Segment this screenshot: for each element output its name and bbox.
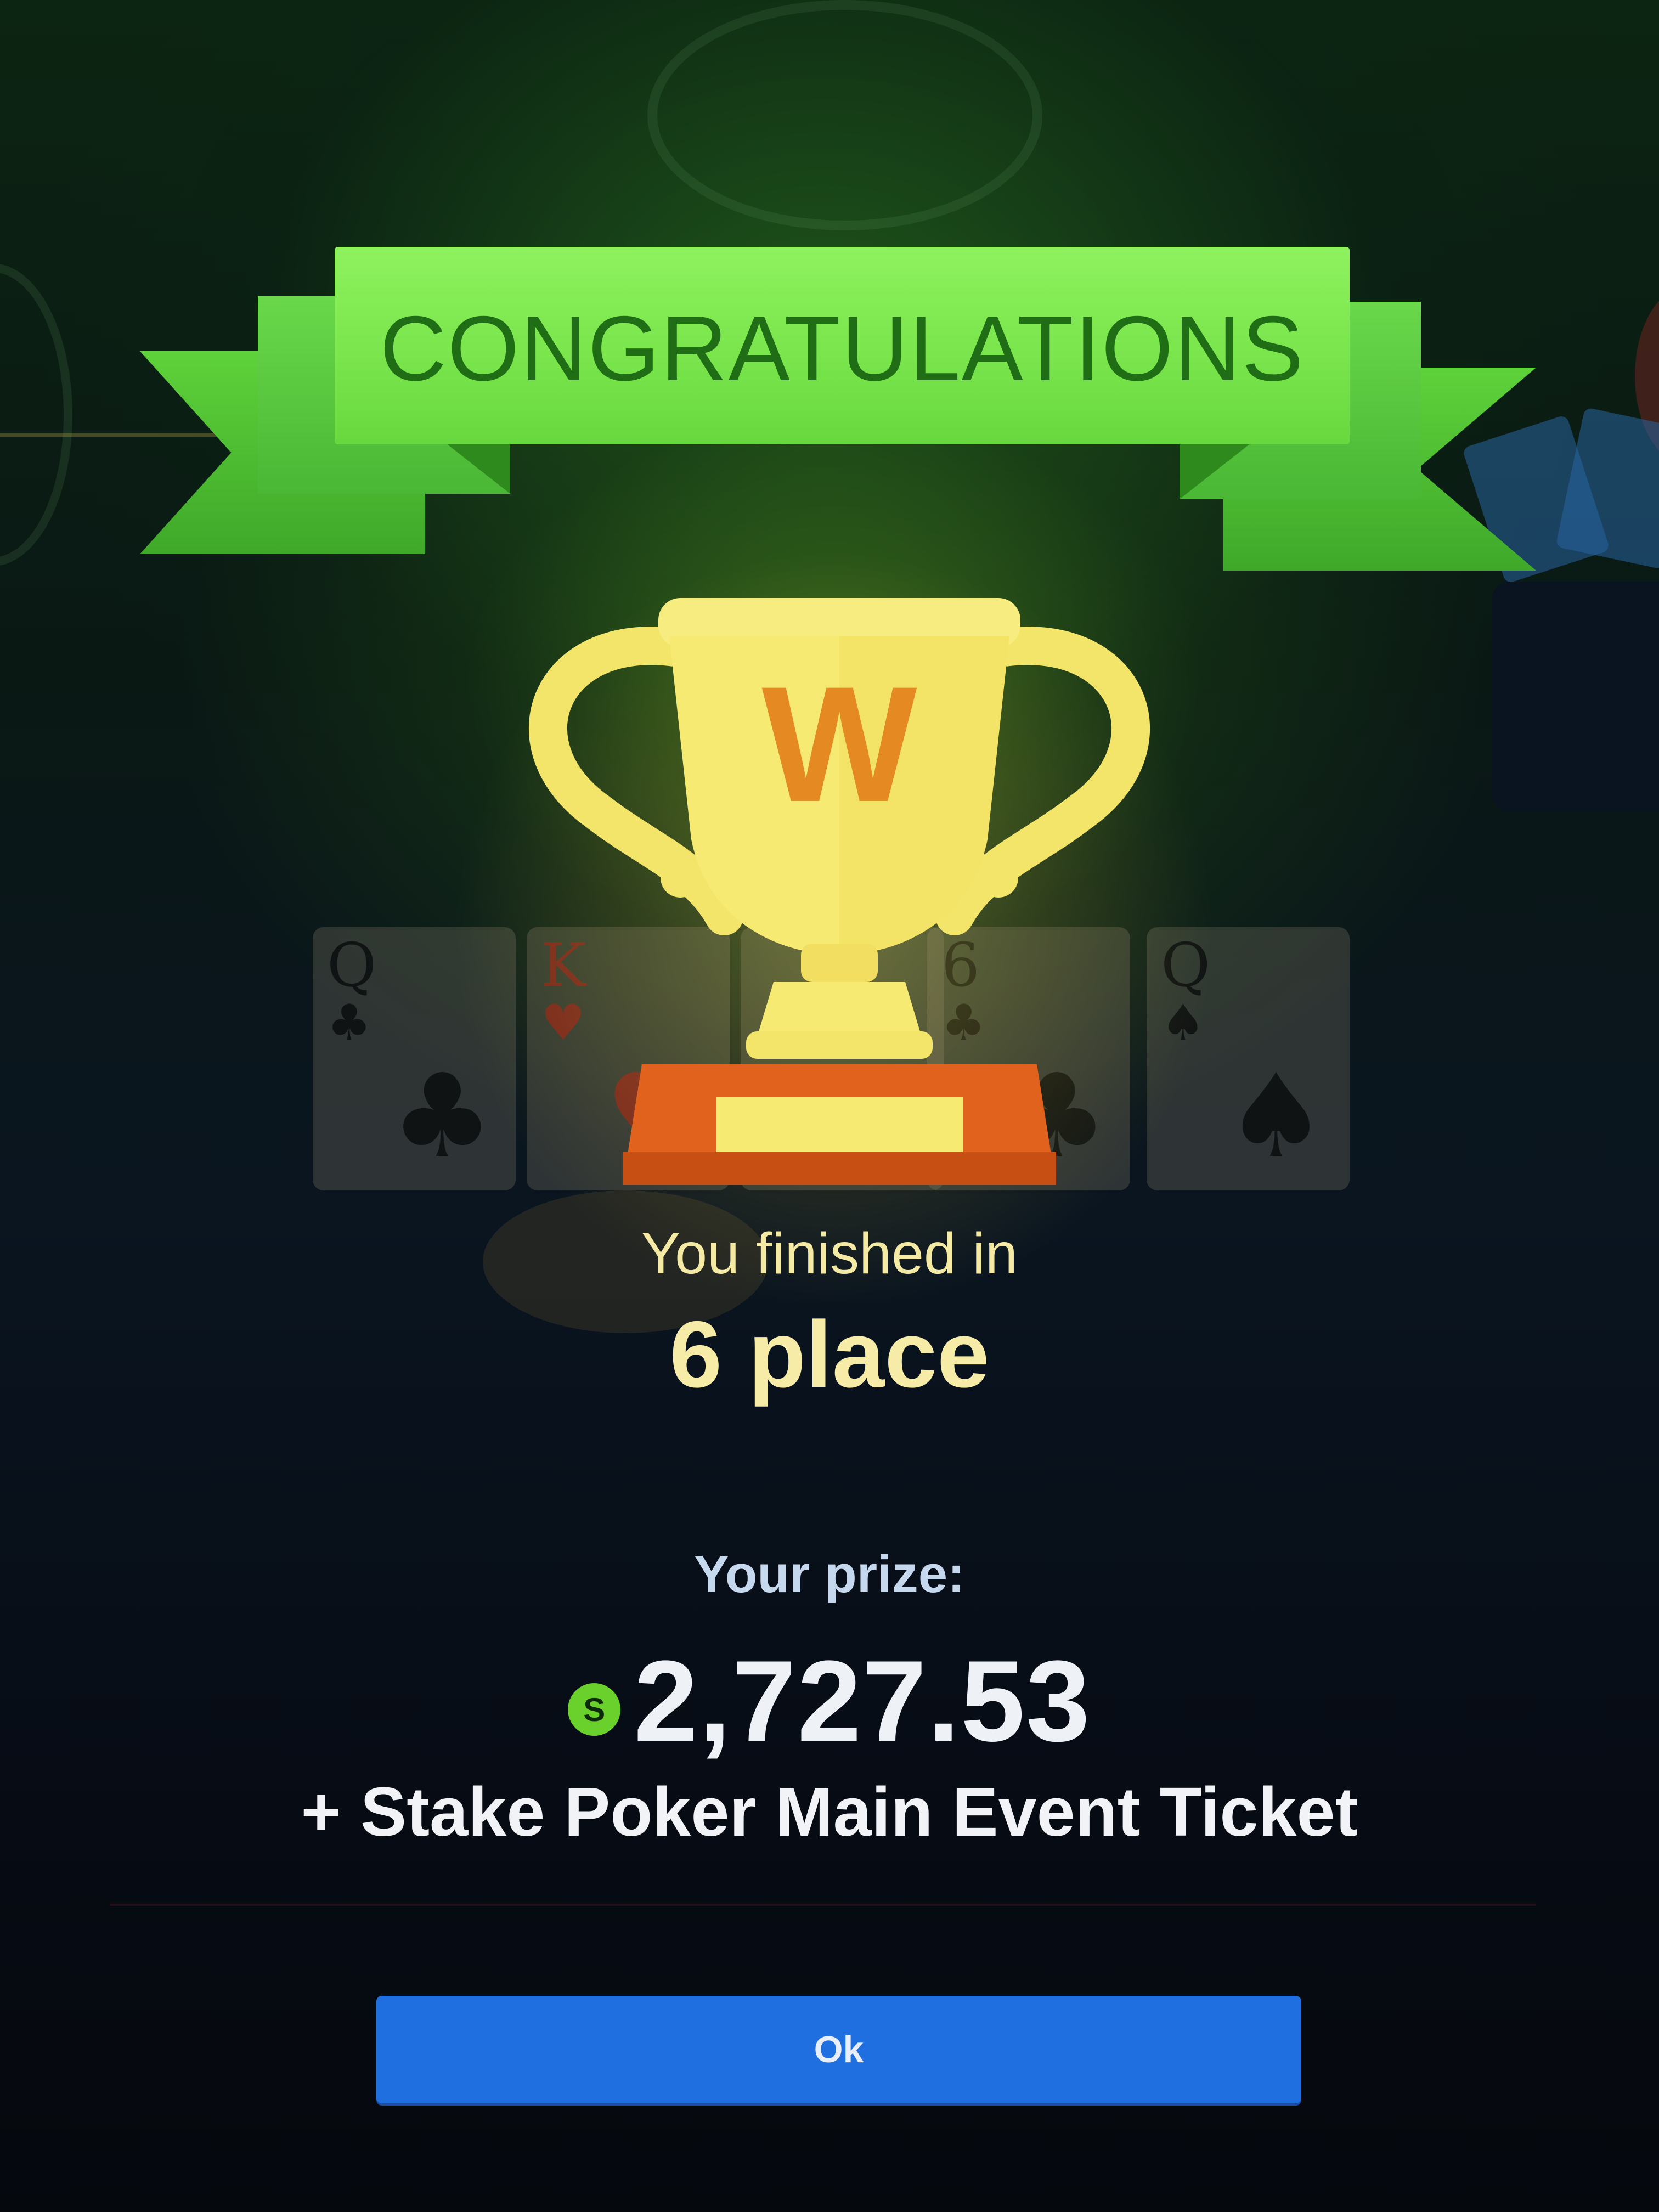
ok-button[interactable]: Ok <box>376 1996 1301 2103</box>
background-seat-left <box>0 263 72 566</box>
tournament-result-screen: Q♣♣ K♥♥ 6♣♣ Q♠♠ CONGRATULATIONS <box>0 0 1659 2212</box>
trophy-letter: W <box>761 652 918 836</box>
background-panel-right <box>1492 582 1659 812</box>
prize-amount: 2,727.53 <box>634 1637 1091 1765</box>
congratulations-banner: CONGRATULATIONS <box>335 247 1350 444</box>
finished-text: You finished in <box>641 1221 1018 1286</box>
stake-coin-icon: S <box>568 1683 621 1736</box>
trophy-icon: W <box>529 598 1150 1185</box>
banner-title: CONGRATULATIONS <box>380 296 1305 400</box>
background-divider <box>110 1904 1536 1906</box>
ticket-prize-text: + Stake Poker Main Event Ticket <box>301 1773 1358 1850</box>
place-text: 6 place <box>669 1302 990 1407</box>
prize-label: Your prize: <box>693 1545 966 1604</box>
background-logo-ring <box>647 0 1042 230</box>
background-line <box>0 433 230 437</box>
prize-amount-row: S 2,727.53 <box>0 1635 1659 1768</box>
